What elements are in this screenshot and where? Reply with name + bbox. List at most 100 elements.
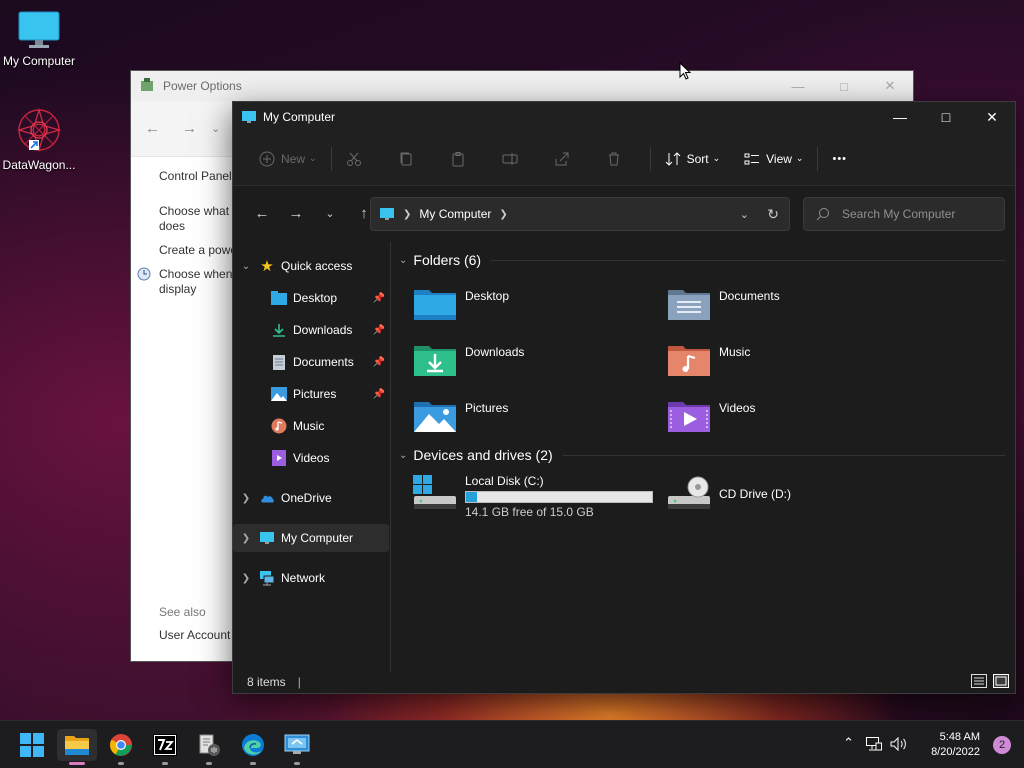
desktop-folder-icon [414, 290, 456, 320]
sort-button[interactable]: Sort ⌄ [657, 143, 729, 175]
nav-item-documents[interactable]: Documents 📌 [233, 348, 389, 376]
plus-circle-icon [259, 151, 275, 166]
taskbar-chrome[interactable] [101, 729, 141, 765]
new-label: New [281, 151, 306, 166]
new-button[interactable]: New ⌄ [251, 143, 325, 175]
taskbar-archive-tool[interactable] [189, 729, 229, 765]
taskbar-edge[interactable] [233, 729, 273, 765]
nav-label: Network [281, 571, 326, 585]
link-choose-what[interactable]: Choose what does [159, 204, 237, 234]
tiles-view-icon[interactable] [993, 674, 1009, 691]
link-create-plan[interactable]: Create a powe [159, 243, 237, 258]
link-control-panel[interactable]: Control Panel [159, 169, 237, 184]
datawagon-icon [16, 107, 62, 153]
cut-button[interactable] [338, 143, 376, 175]
chevron-right-icon[interactable]: ❯ [233, 573, 259, 584]
address-bar[interactable]: ❯ My Computer ❯ ⌄ ↻ [370, 197, 790, 231]
maximize-button[interactable]: □ [821, 71, 867, 101]
folder-name: Videos [719, 401, 756, 415]
folder-tile-downloads[interactable]: Downloads [413, 340, 653, 388]
volume-icon[interactable] [890, 736, 908, 754]
music-folder-icon [668, 346, 710, 376]
desktop-folder-icon [271, 290, 287, 306]
drive-tile-d[interactable]: CD Drive (D:) [667, 474, 907, 522]
start-button[interactable] [12, 729, 52, 761]
rename-button[interactable] [494, 143, 532, 175]
maximize-button[interactable]: □ [923, 102, 969, 132]
desktop-icon-datawagon[interactable]: DataWagon... [0, 106, 78, 172]
chevron-up-icon[interactable]: ⌃ [843, 735, 854, 751]
search-icon [816, 208, 829, 221]
folder-name: Music [719, 345, 751, 359]
nav-label: Pictures [293, 387, 337, 401]
command-bar: New ⌄ Sort ⌄ View ⌄ ••• [233, 132, 1015, 186]
taskbar-remote-desktop[interactable] [277, 729, 317, 765]
chevron-right-icon[interactable]: ❯ [499, 209, 507, 220]
chevron-down-icon[interactable]: ⌄ [233, 261, 259, 272]
chevron-right-icon[interactable]: ❯ [233, 533, 259, 544]
nav-network[interactable]: ❯ Network [233, 564, 389, 592]
folder-tile-music[interactable]: Music [667, 340, 907, 388]
details-view-icon[interactable] [971, 674, 987, 691]
share-button[interactable] [546, 143, 584, 175]
paste-button[interactable] [442, 143, 480, 175]
back-arrow-icon[interactable]: ← [245, 205, 279, 222]
folder-tile-videos[interactable]: Videos [667, 396, 907, 444]
nav-item-downloads[interactable]: Downloads 📌 [233, 316, 389, 344]
drives-group-header[interactable]: ⌄ Devices and drives (2) [399, 447, 1005, 463]
nav-item-music[interactable]: Music [233, 412, 389, 440]
cd-drive-icon [668, 476, 710, 509]
link-text: Choose when [159, 267, 233, 281]
chevron-down-icon: ⌄ [399, 254, 408, 266]
chevron-down-icon[interactable]: ⌄ [211, 122, 220, 135]
search-box[interactable]: Search My Computer [803, 197, 1005, 231]
chevron-right-icon[interactable]: ❯ [233, 493, 259, 504]
copy-button[interactable] [390, 143, 428, 175]
refresh-icon[interactable]: ↻ [767, 206, 779, 223]
recent-chevron-icon[interactable]: ⌄ [313, 207, 347, 220]
nav-label: Desktop [293, 291, 338, 305]
minimize-button[interactable]: — [775, 71, 821, 101]
explorer-titlebar[interactable]: My Computer — □ ✕ [233, 102, 1015, 132]
taskbar-7zip[interactable] [145, 729, 185, 765]
nav-quick-access[interactable]: ⌄ ★ Quick access [233, 252, 389, 280]
desktop-icon-my-computer[interactable]: My Computer [0, 10, 78, 68]
view-button[interactable]: View ⌄ [736, 143, 811, 175]
network-icon [259, 570, 275, 586]
forward-arrow-icon[interactable]: → [182, 120, 197, 137]
folder-tile-documents[interactable]: Documents [667, 284, 907, 332]
more-options-button[interactable]: ••• [824, 143, 855, 175]
monitor-icon [242, 111, 256, 123]
folder-name: Desktop [465, 289, 510, 303]
nav-label: Quick access [281, 259, 353, 273]
file-explorer-window[interactable]: My Computer — □ ✕ New ⌄ Sort ⌄ View ⌄ ••… [232, 101, 1016, 694]
nav-my-computer[interactable]: ❯ My Computer [233, 524, 389, 552]
clock[interactable]: 5:48 AM 8/20/2022 [931, 730, 980, 760]
folders-group-header[interactable]: ⌄ Folders (6) [399, 252, 1005, 268]
taskbar-file-explorer[interactable] [57, 729, 97, 765]
nav-onedrive[interactable]: ❯ OneDrive [233, 484, 389, 512]
nav-item-desktop[interactable]: Desktop 📌 [233, 284, 389, 312]
sort-label: Sort [686, 151, 709, 166]
notification-badge[interactable]: 2 [993, 736, 1011, 754]
link-choose-when[interactable]: Choose when display [137, 267, 237, 297]
desktop-icon-label: DataWagon... [2, 158, 76, 172]
close-button[interactable]: ✕ [969, 102, 1015, 132]
minimize-button[interactable]: — [877, 102, 923, 132]
back-arrow-icon[interactable]: ← [145, 120, 160, 137]
monitor-icon [380, 208, 394, 220]
delete-button[interactable] [598, 143, 636, 175]
folder-tile-desktop[interactable]: Desktop [413, 284, 653, 332]
nav-item-videos[interactable]: Videos [233, 444, 389, 472]
picture-icon [271, 386, 287, 402]
power-options-titlebar[interactable]: Power Options — □ ✕ [131, 71, 913, 101]
drive-tile-c[interactable]: Local Disk (C:) 14.1 GB free of 15.0 GB [413, 474, 663, 522]
forward-arrow-icon[interactable]: → [279, 205, 313, 222]
folder-tile-pictures[interactable]: Pictures [413, 396, 653, 444]
close-button[interactable]: ✕ [867, 71, 913, 101]
address-dropdown-icon[interactable]: ⌄ [740, 208, 749, 221]
nav-item-pictures[interactable]: Pictures 📌 [233, 380, 389, 408]
link-user-accounts[interactable]: User Account [159, 628, 230, 642]
network-icon[interactable] [866, 737, 882, 754]
address-path[interactable]: My Computer [419, 207, 491, 221]
